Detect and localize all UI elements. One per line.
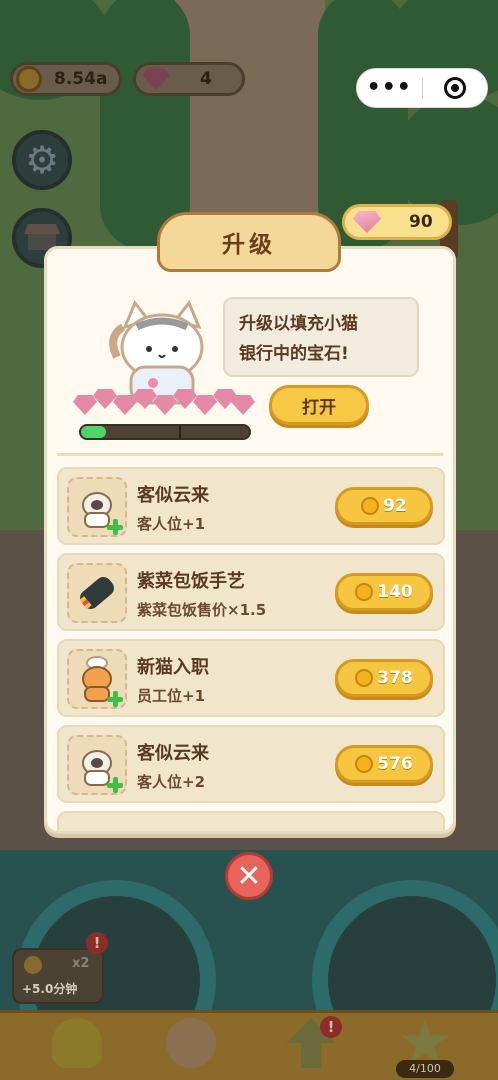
close-icon: ✕ <box>236 858 262 894</box>
upgrade-modal: 升级以填充小猫 银行中的宝石! 打开 客似云来 客人位+1 92 紫菜包饭手艺 … <box>44 246 456 834</box>
miniprogram-capsule: ••• <box>356 68 488 108</box>
upgrade-price: 576 <box>377 754 413 774</box>
bank-progress-fill <box>81 426 107 438</box>
upgrade-desc: 客人位+1 <box>137 515 206 533</box>
upgrade-price: 140 <box>377 582 413 602</box>
alert-badge-icon: ! <box>320 1016 342 1038</box>
coin-icon <box>24 956 42 974</box>
level-progress: 4/100 <box>396 1060 454 1078</box>
gem-balance-badge: 90 <box>342 204 452 240</box>
buy-upgrade-button[interactable]: 140 <box>335 573 433 611</box>
bank-progress-bar <box>79 424 251 440</box>
gem-pile <box>73 389 255 417</box>
close-miniprogram-button[interactable] <box>423 77 488 99</box>
multiplier-label: x2 <box>72 956 90 971</box>
bonus-rate: +5.0分钟 <box>22 982 78 996</box>
buy-upgrade-button[interactable]: 378 <box>335 659 433 697</box>
coin-icon <box>16 66 42 92</box>
cat-tab-icon[interactable] <box>166 1018 216 1068</box>
close-modal-button[interactable]: ✕ <box>225 852 273 900</box>
plus-icon <box>107 519 123 535</box>
bank-text-line2: 银行中的宝石! <box>239 344 349 364</box>
modal-title: 升级 <box>222 232 276 258</box>
upgrade-row: 客似云来 客人位+2 576 <box>57 725 445 803</box>
upgrade-name: 客似云来 <box>137 743 209 764</box>
upgrade-row: 新猫入职 员工位+1 378 <box>57 639 445 717</box>
gem-balance: 90 <box>409 212 433 232</box>
coin-icon <box>355 755 374 773</box>
gem-icon <box>353 211 381 233</box>
coin-icon <box>355 583 374 601</box>
plus-icon <box>107 691 123 707</box>
upgrade-row: 客似云来 客人位+1 92 <box>57 467 445 545</box>
alert-badge-icon: ! <box>86 932 108 954</box>
plus-icon <box>107 777 123 793</box>
target-icon <box>443 77 466 99</box>
chef-cat-icon <box>67 649 127 709</box>
more-menu-button[interactable]: ••• <box>357 68 422 108</box>
duck-tab-icon[interactable] <box>52 1018 102 1068</box>
upgrade-price: 92 <box>383 496 407 516</box>
gem-amount: 4 <box>200 69 212 89</box>
upgrade-name: 新猫入职 <box>137 657 209 678</box>
coin-icon <box>355 669 374 687</box>
kimbap-icon <box>67 563 127 623</box>
cat-bank-section: 升级以填充小猫 银行中的宝石! 打开 <box>47 249 453 449</box>
upgrade-name: 紫菜包饭手艺 <box>137 571 245 592</box>
upgrade-price: 378 <box>377 668 413 688</box>
cat-customer-icon <box>67 735 127 795</box>
bank-text-line1: 升级以填充小猫 <box>239 314 358 334</box>
buy-upgrade-button[interactable]: 576 <box>335 745 433 783</box>
cat-customer-icon <box>67 477 127 537</box>
buy-upgrade-button[interactable]: 92 <box>335 487 433 525</box>
upgrade-row-partial <box>57 811 445 831</box>
divider <box>57 453 443 456</box>
upgrade-desc: 客人位+2 <box>137 773 206 791</box>
coin-counter: 8.54a <box>10 62 122 96</box>
bank-speech-bubble: 升级以填充小猫 银行中的宝石! <box>223 297 419 377</box>
open-bank-button[interactable]: 打开 <box>269 385 369 425</box>
gear-icon: ⚙ <box>24 138 60 182</box>
gem-counter: 4 <box>133 62 245 96</box>
settings-button[interactable]: ⚙ <box>12 130 72 190</box>
upgrade-title-tab: 升级 <box>157 212 341 272</box>
tree-icon <box>100 0 190 250</box>
upgrade-desc: 员工位+1 <box>137 687 206 705</box>
upgrade-desc: 紫菜包饭售价×1.5 <box>137 601 267 619</box>
upgrade-name: 客似云来 <box>137 485 209 506</box>
earnings-bonus-card[interactable]: x2 +5.0分钟 <box>12 948 104 1004</box>
coin-amount: 8.54a <box>54 69 108 89</box>
gem-icon <box>142 68 170 90</box>
upgrade-row: 紫菜包饭手艺 紫菜包饭售价×1.5 140 <box>57 553 445 631</box>
coin-icon <box>361 497 380 515</box>
